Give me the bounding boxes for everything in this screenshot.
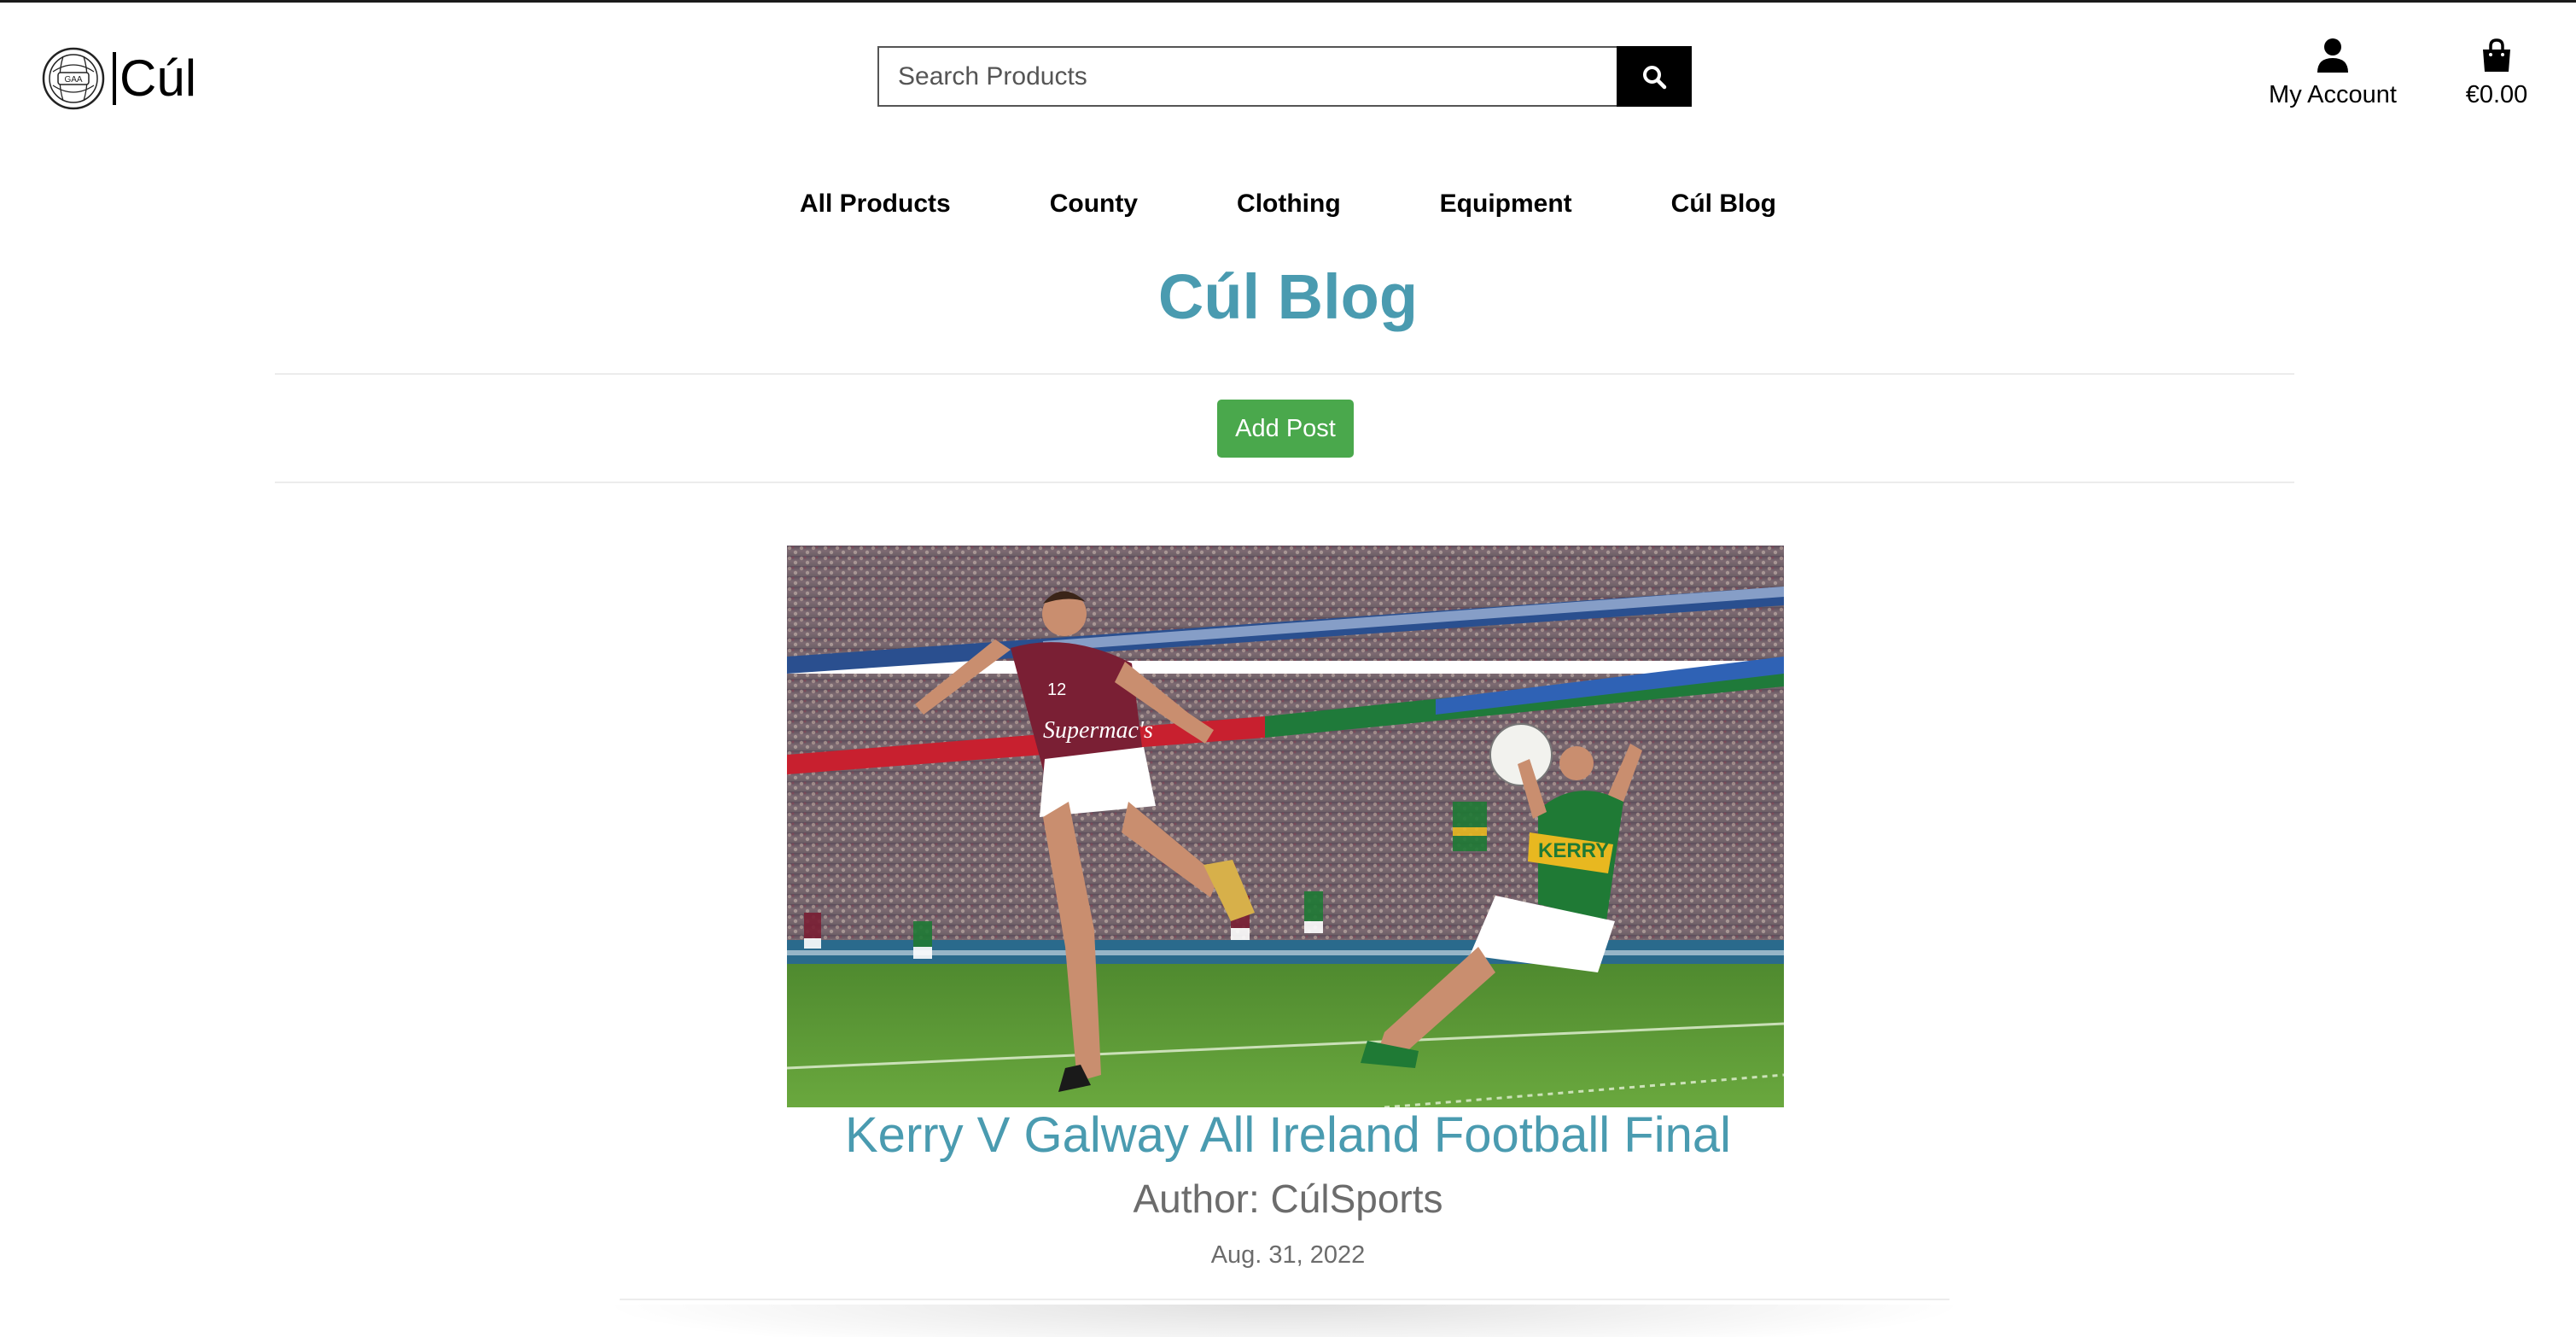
search-input[interactable]	[877, 46, 1617, 107]
svg-text:KERRY: KERRY	[1538, 839, 1609, 862]
shopping-bag-link[interactable]: €0.00	[2450, 38, 2544, 109]
search-form	[877, 46, 1692, 107]
my-account-label: My Account	[2269, 81, 2397, 108]
post-author: Author: CúlSports	[1133, 1176, 1443, 1221]
nav-item-county[interactable]: County	[1050, 190, 1138, 219]
nav-item-equipment[interactable]: Equipment	[1440, 190, 1572, 219]
page-title: Cúl Blog	[1157, 261, 1419, 332]
svg-text:Supermac's: Supermac's	[1043, 717, 1153, 744]
home-logo-link[interactable]: GAA Cúl	[41, 44, 196, 113]
post-image-link[interactable]: Supermac's 12 KERRY	[787, 546, 1784, 1107]
search-button[interactable]	[1617, 46, 1692, 107]
logo-divider	[113, 52, 116, 105]
my-account-link[interactable]: My Account	[2260, 38, 2405, 109]
post-date: Aug. 31, 2022	[1210, 1241, 1366, 1269]
search-icon	[1643, 65, 1667, 89]
logo-text: Cúl	[119, 50, 197, 107]
svg-text:GAA: GAA	[64, 75, 82, 85]
post-title-link[interactable]: Kerry V Galway All Ireland Football Fina…	[0, 1106, 2576, 1164]
nav-item-cul-blog[interactable]: Cúl Blog	[1671, 190, 1776, 219]
post-card-shadow	[597, 1305, 1972, 1337]
main-navigation: All Products County Clothing Equipment C…	[0, 190, 2576, 219]
nav-item-all-products[interactable]: All Products	[800, 190, 951, 219]
divider-bottom	[275, 482, 2294, 483]
post-divider	[620, 1299, 1949, 1300]
nav-item-clothing[interactable]: Clothing	[1237, 190, 1341, 219]
shopping-bag-icon	[2483, 38, 2510, 72]
svg-text:12: 12	[1047, 680, 1066, 699]
bag-total: €0.00	[2465, 81, 2528, 108]
user-icon	[2317, 38, 2348, 73]
gaa-emblem-icon: GAA	[42, 47, 105, 110]
divider-top	[275, 373, 2294, 375]
add-post-button[interactable]: Add Post	[1217, 400, 1354, 458]
window-top-border	[0, 0, 2576, 3]
football-match-photo: Supermac's 12 KERRY	[787, 546, 1784, 1107]
